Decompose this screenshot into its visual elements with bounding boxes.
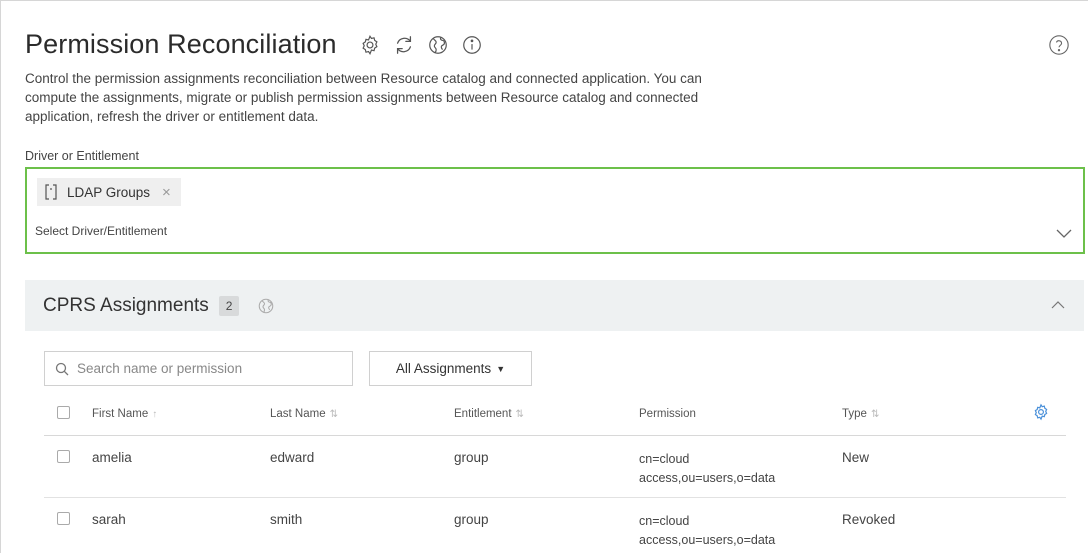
globe-icon[interactable]	[427, 34, 449, 56]
row-select-cell	[44, 497, 92, 553]
bracket-icon	[45, 184, 57, 200]
app-frame: Permission Reconciliation Control the pe…	[0, 0, 1088, 553]
entitlement-cell: group	[454, 435, 639, 498]
column-settings-header	[1032, 393, 1066, 436]
permission-cell: cn=cloud access,ou=users,o=data	[639, 497, 842, 553]
type-cell: Revoked	[842, 497, 1032, 553]
title-actions	[359, 34, 483, 56]
driver-field-label: Driver or Entitlement	[25, 149, 139, 163]
select-all-checkbox[interactable]	[57, 405, 70, 419]
row-checkbox[interactable]	[57, 449, 70, 463]
column-header-permission[interactable]: Permission	[639, 393, 842, 436]
column-header-first-name[interactable]: First Name ↑	[92, 393, 270, 436]
type-cell: New	[842, 435, 1032, 498]
selected-chip: LDAP Groups ×	[37, 178, 181, 206]
last-name-cell: smith	[270, 497, 454, 553]
sort-icon: ⇅	[515, 408, 524, 420]
search-input-container	[44, 351, 353, 386]
page-title: Permission Reconciliation	[25, 29, 337, 59]
permission-cell: cn=cloud access,ou=users,o=data	[639, 435, 842, 498]
first-name-cell: amelia	[92, 435, 270, 498]
chevron-down-icon[interactable]	[1055, 224, 1073, 242]
chevron-up-icon[interactable]	[1050, 297, 1066, 313]
select-placeholder: Select Driver/Entitlement	[35, 224, 168, 238]
table-row[interactable]: amelia edward group cn=cloud access,ou=us…	[44, 435, 1066, 498]
filter-label: All Assignments	[395, 361, 492, 376]
settings-icon[interactable]	[359, 34, 381, 56]
row-checkbox[interactable]	[57, 511, 70, 525]
count-badge: 2	[218, 295, 240, 316]
panel-title: CPRS Assignments	[43, 294, 209, 316]
help-icon[interactable]	[1048, 34, 1070, 56]
globe-icon[interactable]	[257, 297, 275, 315]
first-name-cell: sarah	[92, 497, 270, 553]
column-settings-icon[interactable]	[1032, 403, 1050, 421]
table-row[interactable]: sarah smith group cn=cloud access,ou=user…	[44, 497, 1066, 553]
row-select-cell	[44, 435, 92, 498]
column-header-type[interactable]: Type ⇅	[842, 393, 1032, 436]
refresh-icon[interactable]	[393, 34, 415, 56]
table-header-row: First Name ↑ Last Name ⇅ Entitlement ⇅ Perm…	[44, 393, 1066, 436]
search-input[interactable]	[77, 361, 337, 376]
entitlement-cell: group	[454, 497, 639, 553]
select-all-header	[44, 393, 92, 436]
column-header-entitlement[interactable]: Entitlement ⇅	[454, 393, 639, 436]
column-header-last-name[interactable]: Last Name ⇅	[270, 393, 454, 436]
assignments-table: First Name ↑ Last Name ⇅ Entitlement ⇅ Perm…	[44, 393, 1066, 553]
info-icon[interactable]	[461, 34, 483, 56]
sort-icon: ⇅	[870, 408, 880, 420]
row-empty-cell	[1032, 435, 1066, 498]
title-row: Permission Reconciliation	[25, 29, 483, 60]
row-empty-cell	[1032, 497, 1066, 553]
sort-icon: ⇅	[329, 408, 338, 420]
caret-down-icon: ▼	[496, 363, 506, 374]
last-name-cell: edward	[270, 435, 454, 498]
search-icon	[55, 362, 69, 375]
assignments-filter-dropdown[interactable]: All Assignments ▼	[369, 351, 532, 386]
chip-label: LDAP Groups	[67, 184, 151, 200]
chip-remove-icon[interactable]: ×	[162, 184, 171, 201]
sort-asc-icon: ↑	[152, 408, 158, 420]
cprs-assignments-panel-header[interactable]: CPRS Assignments 2	[25, 280, 1084, 331]
page-description: Control the permission assignments recon…	[25, 71, 702, 124]
driver-entitlement-select[interactable]: LDAP Groups × Select Driver/Entitlement	[25, 167, 1085, 254]
